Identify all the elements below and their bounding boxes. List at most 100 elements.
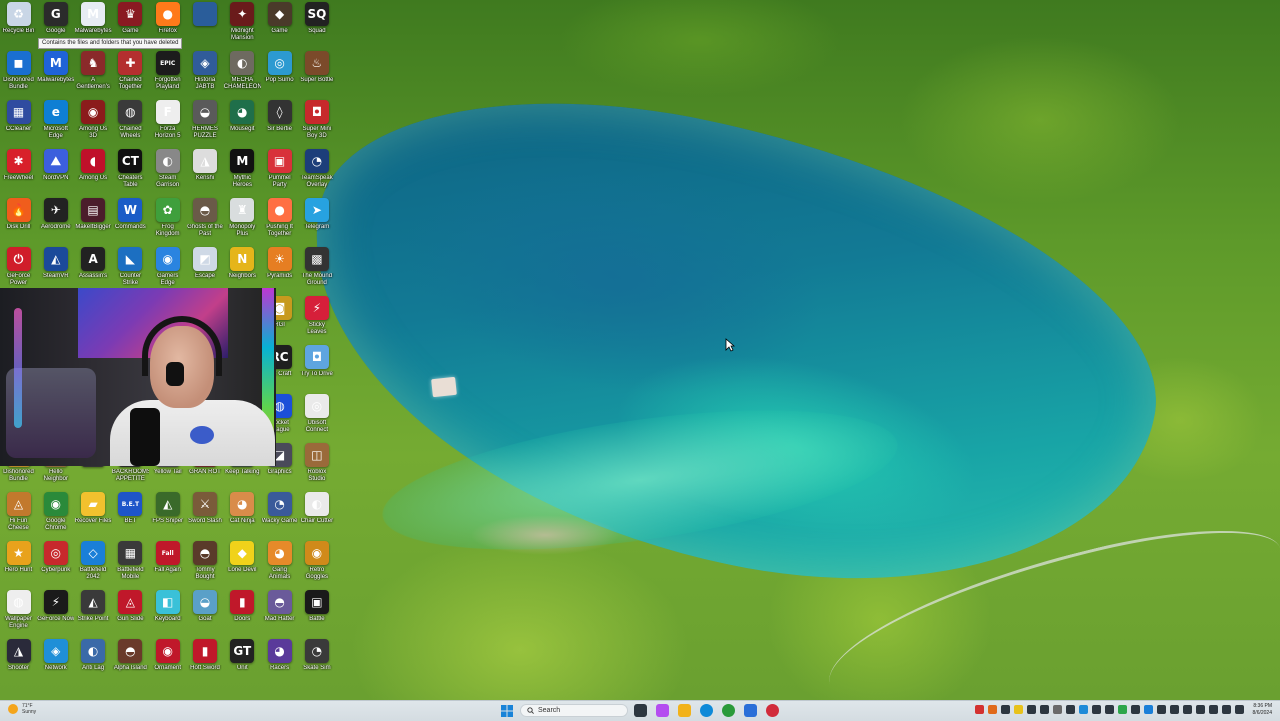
desktop-icon[interactable]: M Malwarebytes (37, 49, 74, 98)
desktop-icon[interactable]: ➤ Telegram (298, 196, 335, 245)
desktop-icon[interactable]: GT Unit (224, 637, 261, 686)
desktop-icon[interactable]: 🔥 Disk Drill (0, 196, 37, 245)
copilot-icon[interactable] (656, 704, 669, 717)
desktop-icon[interactable]: ◉ Ornament (149, 637, 186, 686)
desktop-icon[interactable]: N Neighbors (224, 245, 261, 294)
tray-icon[interactable] (988, 705, 997, 714)
tray-icon[interactable] (1040, 705, 1049, 714)
desktop-icon[interactable]: ◎ Cyberpunk (37, 539, 74, 588)
desktop-icon[interactable]: ◮ Kenshi (187, 147, 224, 196)
desktop-icon[interactable]: ◣ Counter Strike (112, 245, 149, 294)
desktop-icon[interactable]: ◈ Network (37, 637, 74, 686)
tray-icon[interactable] (1053, 705, 1062, 714)
desktop-icon[interactable]: ◮ Shooter (0, 637, 37, 686)
desktop-icon[interactable]: SQ Squad (298, 0, 335, 49)
desktop-icon[interactable]: ◐ Chair Cutter (298, 490, 335, 539)
desktop-icon[interactable]: F Forza Horizon 5 (149, 98, 186, 147)
desktop-icon[interactable]: ● Pushing It Together (261, 196, 298, 245)
tray-icon[interactable] (1196, 705, 1205, 714)
desktop-icon[interactable]: ◐ Steam Garrison (149, 147, 186, 196)
desktop-icon[interactable]: ◉ Retro Goggles (298, 539, 335, 588)
desktop-icon[interactable]: ◉ Among Us 3D (75, 98, 112, 147)
desktop-icon[interactable]: ◓ Ghosts of the Past (187, 196, 224, 245)
desktop-icon[interactable]: Fall Fall Again (149, 539, 186, 588)
desktop-icon[interactable]: EPIC Forgotten Playland (149, 49, 186, 98)
desktop-icon[interactable]: ▣ Battle (298, 588, 335, 637)
desktop-icon[interactable]: ✚ Chained Together (112, 49, 149, 98)
desktop-icon[interactable]: ▣ Pummel Party (261, 147, 298, 196)
desktop-icon[interactable]: ◼ Dishonored Bundle (0, 49, 37, 98)
desktop-icon[interactable]: ◘ Super Mini Boy 3D (298, 98, 335, 147)
desktop-icon[interactable]: ◭ Strike Point (75, 588, 112, 637)
taskbar-clock[interactable]: 8:36 PM 8/6/2024 (1232, 703, 1272, 717)
tray-icon[interactable] (1105, 705, 1114, 714)
desktop-icon[interactable]: ◓ Mad Hatter (261, 588, 298, 637)
desktop-icon[interactable]: ◬ Gun Slide (112, 588, 149, 637)
tray-icon[interactable] (1014, 705, 1023, 714)
desktop-icon[interactable]: ◎ Pop Sumo (261, 49, 298, 98)
desktop-icon[interactable]: ⛰ NordVPN (37, 147, 74, 196)
desktop-icon[interactable]: ◓ Alpha Island (112, 637, 149, 686)
desktop-icon[interactable]: ▰ Recover Files (75, 490, 112, 539)
desktop-icon[interactable]: CT Cheaters Table (112, 147, 149, 196)
desktop-icon[interactable]: W Commands (112, 196, 149, 245)
desktop-icon[interactable]: ◩ Escape (187, 245, 224, 294)
desktop-icon[interactable]: ⏻ GeForce Power (0, 245, 37, 294)
desktop-icon[interactable]: ▮ Hott Sword (187, 637, 224, 686)
desktop-icon[interactable]: ✈ Aerodrome (37, 196, 74, 245)
task-view-icon[interactable] (634, 704, 647, 717)
desktop-icon[interactable]: ◕ Racers (261, 637, 298, 686)
desktop-icon[interactable]: ◈ Historia JABTB (187, 49, 224, 98)
tray-icon[interactable] (1066, 705, 1075, 714)
desktop-icon[interactable]: ◒ Goat (187, 588, 224, 637)
desktop-icon[interactable]: e Microsoft Edge (37, 98, 74, 147)
desktop-icon[interactable]: ⚡ GeForce Now (37, 588, 74, 637)
desktop-icon[interactable]: ◒ HERMES PUZZLE (187, 98, 224, 147)
desktop-icon[interactable]: ◍ Chained Wheels (112, 98, 149, 147)
desktop-icon[interactable]: ☀ Pyramids (261, 245, 298, 294)
desktop-icon[interactable]: A Assassin's (75, 245, 112, 294)
tray-icon[interactable] (1183, 705, 1192, 714)
desktop-icon[interactable]: ▤ MakeItBigger (75, 196, 112, 245)
desktop-icon[interactable]: ◎ Ubisoft Connect (298, 392, 335, 441)
tray-icon[interactable] (1209, 705, 1218, 714)
edge-icon[interactable] (700, 704, 713, 717)
desktop-icon[interactable]: ◇ Battlefield 2042 (75, 539, 112, 588)
desktop-icon[interactable]: ◔ Skate Sim (298, 637, 335, 686)
desktop-icon[interactable]: ◖ Among Us (75, 147, 112, 196)
desktop-icon[interactable]: ✦ Midnight Mansion (224, 0, 261, 49)
desktop-icon[interactable]: ◬ Hi Fun Cheese (0, 490, 37, 539)
chrome-icon[interactable] (722, 704, 735, 717)
tray-icon[interactable] (1222, 705, 1231, 714)
tray-icon[interactable] (1157, 705, 1166, 714)
desktop-icon[interactable]: ◭ SteamVR (37, 245, 74, 294)
desktop-icon[interactable]: ◐ MECHA CHAMELEON (224, 49, 261, 98)
desktop-icon[interactable]: ◫ Roblox Studio (298, 441, 335, 490)
desktop-icon[interactable]: ◕ Cat Ninja (224, 490, 261, 539)
desktop-icon[interactable] (187, 0, 224, 49)
desktop-icon[interactable]: ◐ Anti Lag (75, 637, 112, 686)
tray-icon[interactable] (1118, 705, 1127, 714)
desktop-icon[interactable]: ♨ Super Bottle (298, 49, 335, 98)
desktop-icon[interactable]: ◍ Wallpaper Engine (0, 588, 37, 637)
store-icon[interactable] (744, 704, 757, 717)
desktop-icon[interactable]: B.E.T BET (112, 490, 149, 539)
desktop-icon[interactable]: ▦ Battlefield Mobile (112, 539, 149, 588)
desktop-icon[interactable]: ♞ A Gentlemen's (75, 49, 112, 98)
desktop-icon[interactable]: ✱ FreeWheel (0, 147, 37, 196)
desktop-icon[interactable]: ★ Hero Hunt (0, 539, 37, 588)
desktop-icon[interactable]: ◔ Wacky Game (261, 490, 298, 539)
desktop-icon[interactable]: ◔ TeamSpeak Overlay (298, 147, 335, 196)
tray-icon[interactable] (1079, 705, 1088, 714)
desktop-icon[interactable]: M Mythic Heroes (224, 147, 261, 196)
tray-icon[interactable] (1170, 705, 1179, 714)
tray-icon[interactable] (1027, 705, 1036, 714)
tray-icon[interactable] (975, 705, 984, 714)
desktop-icon[interactable]: ◉ Gamers Edge (149, 245, 186, 294)
desktop-icon[interactable]: ▮ Doors (224, 588, 261, 637)
desktop-icon[interactable]: ⚡ Sticky Leaves (298, 294, 335, 343)
desktop-icon[interactable]: ◭ FPS Sniper (149, 490, 186, 539)
desktop-icon[interactable]: ⚔ Sword Slash (187, 490, 224, 539)
tray-icon[interactable] (1131, 705, 1140, 714)
taskbar-search-box[interactable]: Search (520, 704, 628, 717)
